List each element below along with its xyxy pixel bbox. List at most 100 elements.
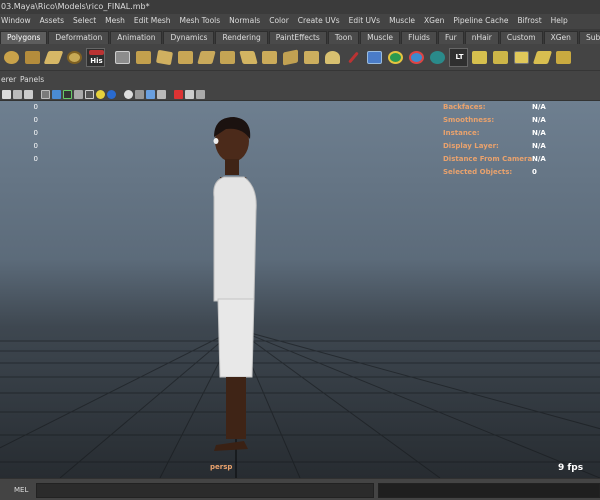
uv-planar-icon[interactable] — [532, 48, 553, 67]
cube-icon[interactable] — [113, 48, 132, 67]
hud-label: Display Layer: — [443, 142, 499, 150]
hud-value: N/A — [532, 116, 546, 124]
xray-icon[interactable] — [135, 89, 144, 99]
tab-dynamics[interactable]: Dynamics — [163, 31, 215, 44]
tab-polygons[interactable]: Polygons — [0, 31, 48, 44]
tab-muscle[interactable]: Muscle — [360, 31, 401, 44]
select-camera-icon[interactable] — [2, 89, 11, 99]
textured-icon[interactable] — [63, 89, 72, 99]
hud-label: Smoothness: — [443, 116, 495, 124]
tab-toon[interactable]: Toon — [327, 31, 360, 44]
menu-help[interactable]: Help — [547, 14, 573, 28]
panels-menu[interactable]: Panels — [20, 75, 44, 84]
hud-value: 0 — [33, 155, 38, 163]
sphere-icon[interactable] — [65, 48, 84, 67]
lt-label: LT — [455, 52, 464, 61]
renderer-menu[interactable]: erer — [1, 75, 16, 84]
safe-action-icon[interactable] — [185, 89, 194, 99]
command-line: MEL — [0, 478, 600, 500]
merge-icon[interactable] — [176, 48, 195, 67]
hud-value: N/A — [532, 129, 546, 137]
camera-attributes-icon[interactable] — [13, 89, 22, 99]
menu-normals[interactable]: Normals — [225, 14, 265, 28]
menu-assets[interactable]: Assets — [36, 14, 69, 28]
tab-fluids[interactable]: Fluids — [401, 31, 437, 44]
his-icon[interactable]: His — [86, 47, 105, 67]
hud-row-display-layer: Display Layer: N/A — [443, 140, 573, 153]
poke-icon[interactable] — [302, 48, 321, 67]
polygons-shelf: His LT — [0, 44, 600, 70]
isolate-select-icon[interactable] — [124, 89, 133, 99]
pipe-icon[interactable] — [23, 48, 42, 67]
character-model[interactable] — [200, 111, 280, 471]
uv-grid-icon[interactable] — [512, 48, 531, 67]
uv-layout-icon[interactable] — [470, 48, 489, 67]
grid-icon[interactable] — [365, 48, 384, 67]
reduce-icon[interactable] — [428, 48, 447, 67]
menu-window[interactable]: Window — [0, 14, 36, 28]
split-icon[interactable] — [218, 48, 237, 67]
lighting-icon[interactable] — [74, 89, 83, 99]
tab-xgen[interactable]: XGen — [543, 31, 578, 44]
uv-cylindrical-icon[interactable] — [554, 48, 573, 67]
wireframe-icon[interactable] — [41, 89, 50, 99]
tab-rendering[interactable]: Rendering — [215, 31, 268, 44]
fill-hole-icon[interactable] — [260, 48, 279, 67]
tab-fur[interactable]: Fur — [437, 31, 464, 44]
cone-icon[interactable] — [323, 48, 342, 67]
ambient-occlusion-icon[interactable] — [96, 89, 105, 99]
menu-create-uvs[interactable]: Create UVs — [294, 14, 345, 28]
panel-menubar: erer Panels — [0, 70, 600, 88]
resolution-gate-icon[interactable] — [174, 89, 183, 99]
uv-sphere-icon[interactable] — [386, 48, 405, 67]
menu-xgen[interactable]: XGen — [420, 14, 449, 28]
gate-mask-icon[interactable] — [157, 89, 166, 99]
uv-unfold-icon[interactable] — [491, 48, 510, 67]
menu-mesh[interactable]: Mesh — [101, 14, 130, 28]
camera-name: persp — [210, 463, 233, 471]
menu-muscle[interactable]: Muscle — [385, 14, 420, 28]
grid-toggle-icon[interactable] — [196, 89, 205, 99]
xray-joints-icon[interactable] — [146, 89, 155, 99]
bridge-icon[interactable] — [197, 48, 216, 67]
motion-blur-icon[interactable] — [107, 89, 116, 99]
command-input[interactable] — [36, 483, 374, 498]
hud-label: Selected Objects: — [443, 168, 513, 176]
menu-color[interactable]: Color — [265, 14, 294, 28]
hud-label: Instance: — [443, 129, 480, 137]
perspective-viewport[interactable]: 0 0 0 0 0 Backfaces: N/A Smoothness: N/A… — [0, 101, 600, 478]
bevel-icon[interactable] — [155, 48, 174, 67]
lt-icon[interactable]: LT — [449, 47, 468, 67]
bookmarks-icon[interactable] — [24, 89, 33, 99]
tab-custom[interactable]: Custom — [499, 31, 543, 44]
hud-value: 0 — [33, 116, 38, 124]
wedge-icon[interactable] — [281, 48, 300, 67]
torus-icon[interactable] — [2, 48, 21, 67]
append-icon[interactable] — [239, 48, 258, 67]
extrude-icon[interactable] — [134, 48, 153, 67]
command-result-field — [378, 483, 600, 498]
character-shorts — [217, 298, 255, 378]
menu-edit-uvs[interactable]: Edit UVs — [345, 14, 385, 28]
character-shirt — [213, 176, 257, 302]
fps-readout: 9 fps — [558, 463, 584, 473]
menu-edit-mesh[interactable]: Edit Mesh — [130, 14, 176, 28]
menu-pipeline-cache[interactable]: Pipeline Cache — [449, 14, 513, 28]
tab-deformation[interactable]: Deformation — [48, 31, 110, 44]
hud-value: 0 — [33, 129, 38, 137]
menu-bifrost[interactable]: Bifrost — [513, 14, 546, 28]
script-language-toggle[interactable]: MEL — [14, 486, 28, 494]
tab-painteffects[interactable]: PaintEffects — [268, 31, 327, 44]
tab-nhair[interactable]: nHair — [464, 31, 499, 44]
window-title: 03.Maya\Rico\Models\rico_FINAL.mb* — [0, 0, 600, 14]
shadows-icon[interactable] — [85, 89, 94, 99]
menu-select[interactable]: Select — [69, 14, 101, 28]
plane-icon[interactable] — [43, 48, 64, 67]
toolbar-separator — [35, 90, 39, 99]
tab-subdivs[interactable]: Subdivs — [578, 31, 600, 44]
smooth-shade-icon[interactable] — [52, 89, 61, 99]
smooth-icon[interactable] — [407, 48, 426, 67]
tab-animation[interactable]: Animation — [110, 31, 163, 44]
cut-icon[interactable] — [344, 48, 363, 67]
menu-mesh-tools[interactable]: Mesh Tools — [176, 14, 226, 28]
